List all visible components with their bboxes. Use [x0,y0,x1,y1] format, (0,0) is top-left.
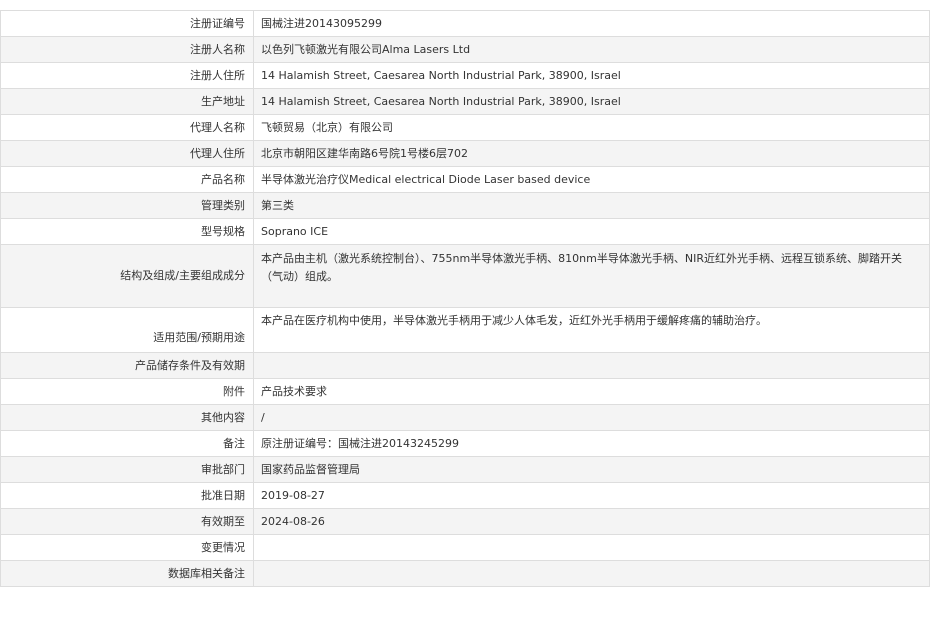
row-label-production-address: 生产地址 [0,88,254,115]
row-value-valid-until: 2024-08-26 [253,508,930,535]
row-value-structure-composition: 本产品由主机（激光系统控制台）、755nm半导体激光手柄、810nm半导体激光手… [253,244,930,308]
table-row: 结构及组成/主要组成成分 本产品由主机（激光系统控制台）、755nm半导体激光手… [0,244,930,308]
table-row: 数据库相关备注 [0,560,930,587]
row-value-database-remarks [253,560,930,587]
row-value-intended-use: 本产品在医疗机构中使用，半导体激光手柄用于减少人体毛发，近红外光手柄用于缓解疼痛… [253,307,930,353]
table-row: 变更情况 [0,534,930,561]
row-label-other-content: 其他内容 [0,404,254,431]
row-label-management-category: 管理类别 [0,192,254,219]
row-value-model-spec: Soprano ICE [253,218,930,245]
table-row: 注册人住所 14 Halamish Street, Caesarea North… [0,62,930,89]
page-scrollbar[interactable] [935,0,946,617]
row-value-registrant-address: 14 Halamish Street, Caesarea North Indus… [253,62,930,89]
table-row: 生产地址 14 Halamish Street, Caesarea North … [0,88,930,115]
row-value-attachments: 产品技术要求 [253,378,930,405]
row-label-valid-until: 有效期至 [0,508,254,535]
row-label-registrant-name: 注册人名称 [0,36,254,63]
detail-table-container: 注册证编号 国械注进20143095299 注册人名称 以色列飞顿激光有限公司A… [0,10,930,587]
row-label-approval-date: 批准日期 [0,482,254,509]
table-row: 其他内容 / [0,404,930,431]
row-label-registration-number: 注册证编号 [0,10,254,37]
row-label-product-name: 产品名称 [0,166,254,193]
table-row: 审批部门 国家药品监督管理局 [0,456,930,483]
row-label-registrant-address: 注册人住所 [0,62,254,89]
row-value-approval-authority: 国家药品监督管理局 [253,456,930,483]
table-row: 有效期至 2024-08-26 [0,508,930,535]
row-value-agent-name: 飞顿贸易（北京）有限公司 [253,114,930,141]
row-value-approval-date: 2019-08-27 [253,482,930,509]
table-row: 管理类别 第三类 [0,192,930,219]
table-row: 注册证编号 国械注进20143095299 [0,10,930,37]
row-label-database-remarks: 数据库相关备注 [0,560,254,587]
table-row: 适用范围/预期用途 本产品在医疗机构中使用，半导体激光手柄用于减少人体毛发，近红… [0,307,930,353]
row-label-approval-authority: 审批部门 [0,456,254,483]
table-row: 批准日期 2019-08-27 [0,482,930,509]
table-row: 型号规格 Soprano ICE [0,218,930,245]
table-row: 产品名称 半导体激光治疗仪Medical electrical Diode La… [0,166,930,193]
table-row: 注册人名称 以色列飞顿激光有限公司Alma Lasers Ltd [0,36,930,63]
row-value-production-address: 14 Halamish Street, Caesarea North Indus… [253,88,930,115]
row-value-storage-conditions [253,352,930,379]
row-label-storage-conditions: 产品储存条件及有效期 [0,352,254,379]
row-label-agent-address: 代理人住所 [0,140,254,167]
row-label-model-spec: 型号规格 [0,218,254,245]
row-value-product-name: 半导体激光治疗仪Medical electrical Diode Laser b… [253,166,930,193]
row-label-attachments: 附件 [0,378,254,405]
table-row: 备注 原注册证编号：国械注进20143245299 [0,430,930,457]
row-value-management-category: 第三类 [253,192,930,219]
row-value-agent-address: 北京市朝阳区建华南路6号院1号楼6层702 [253,140,930,167]
table-row: 附件 产品技术要求 [0,378,930,405]
row-value-registrant-name: 以色列飞顿激光有限公司Alma Lasers Ltd [253,36,930,63]
row-label-change-history: 变更情况 [0,534,254,561]
row-label-agent-name: 代理人名称 [0,114,254,141]
row-label-intended-use: 适用范围/预期用途 [0,307,254,353]
row-value-other-content: / [253,404,930,431]
registration-detail-table: 注册证编号 国械注进20143095299 注册人名称 以色列飞顿激光有限公司A… [0,10,930,587]
table-row: 代理人名称 飞顿贸易（北京）有限公司 [0,114,930,141]
row-label-structure-composition: 结构及组成/主要组成成分 [0,244,254,308]
row-value-change-history [253,534,930,561]
table-row: 代理人住所 北京市朝阳区建华南路6号院1号楼6层702 [0,140,930,167]
row-value-remarks: 原注册证编号：国械注进20143245299 [253,430,930,457]
row-label-remarks: 备注 [0,430,254,457]
table-row: 产品储存条件及有效期 [0,352,930,379]
row-value-registration-number: 国械注进20143095299 [253,10,930,37]
